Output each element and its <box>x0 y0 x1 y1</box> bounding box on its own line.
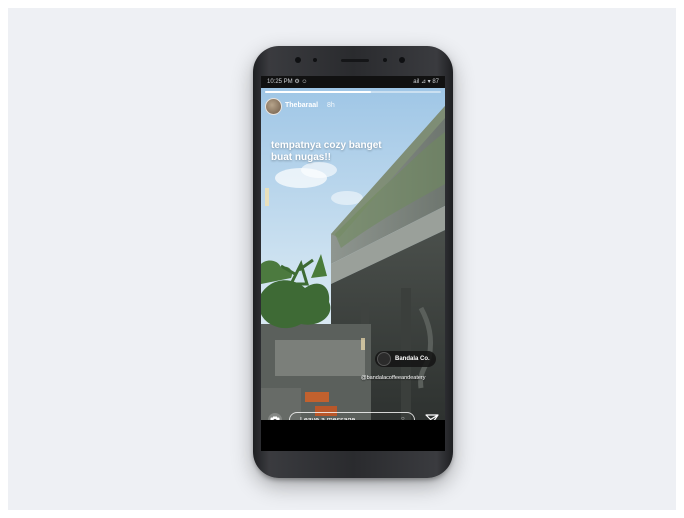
camera-button[interactable] <box>268 413 282 420</box>
phone-screen: 10:25 PM ⚙ ☺ ail ⊿ ▾ 87 Thebaraal 8h tem… <box>261 76 445 451</box>
proximity-sensor <box>313 58 317 62</box>
story-photo <box>261 88 445 420</box>
earpiece-speaker <box>341 59 369 62</box>
status-icons: ail ⊿ ▾ 87 <box>413 79 439 85</box>
navigation-bar <box>261 420 445 451</box>
ambient-sensor <box>383 58 387 62</box>
secondary-camera-icon <box>399 57 405 63</box>
message-bar: ○ <box>261 408 445 420</box>
story-time-ago: 8h <box>327 102 335 109</box>
story-progress-fill <box>265 91 371 93</box>
status-bar: 10:25 PM ⚙ ☺ ail ⊿ ▾ 87 <box>261 76 445 88</box>
mention-sticker[interactable]: Bandala Co. <box>375 351 436 367</box>
story-progress-bar <box>265 91 441 93</box>
story-view[interactable]: Thebaraal 8h tempatnya cozy banget buat … <box>261 88 445 420</box>
mention-name: Bandala Co. <box>395 356 430 362</box>
status-time: 10:25 PM ⚙ ☺ <box>267 79 308 85</box>
mention-handle[interactable]: @bandalacoffeeandeatery <box>361 375 426 381</box>
avatar[interactable] <box>265 98 282 115</box>
mention-logo-icon <box>377 352 391 366</box>
phone-frame: 10:25 PM ⚙ ☺ ail ⊿ ▾ 87 Thebaraal 8h tem… <box>253 46 453 478</box>
front-camera-icon <box>295 57 301 63</box>
story-caption: tempatnya cozy banget buat nugas!! <box>271 140 382 163</box>
message-input[interactable] <box>289 412 415 420</box>
story-username[interactable]: Thebaraal <box>285 102 318 109</box>
